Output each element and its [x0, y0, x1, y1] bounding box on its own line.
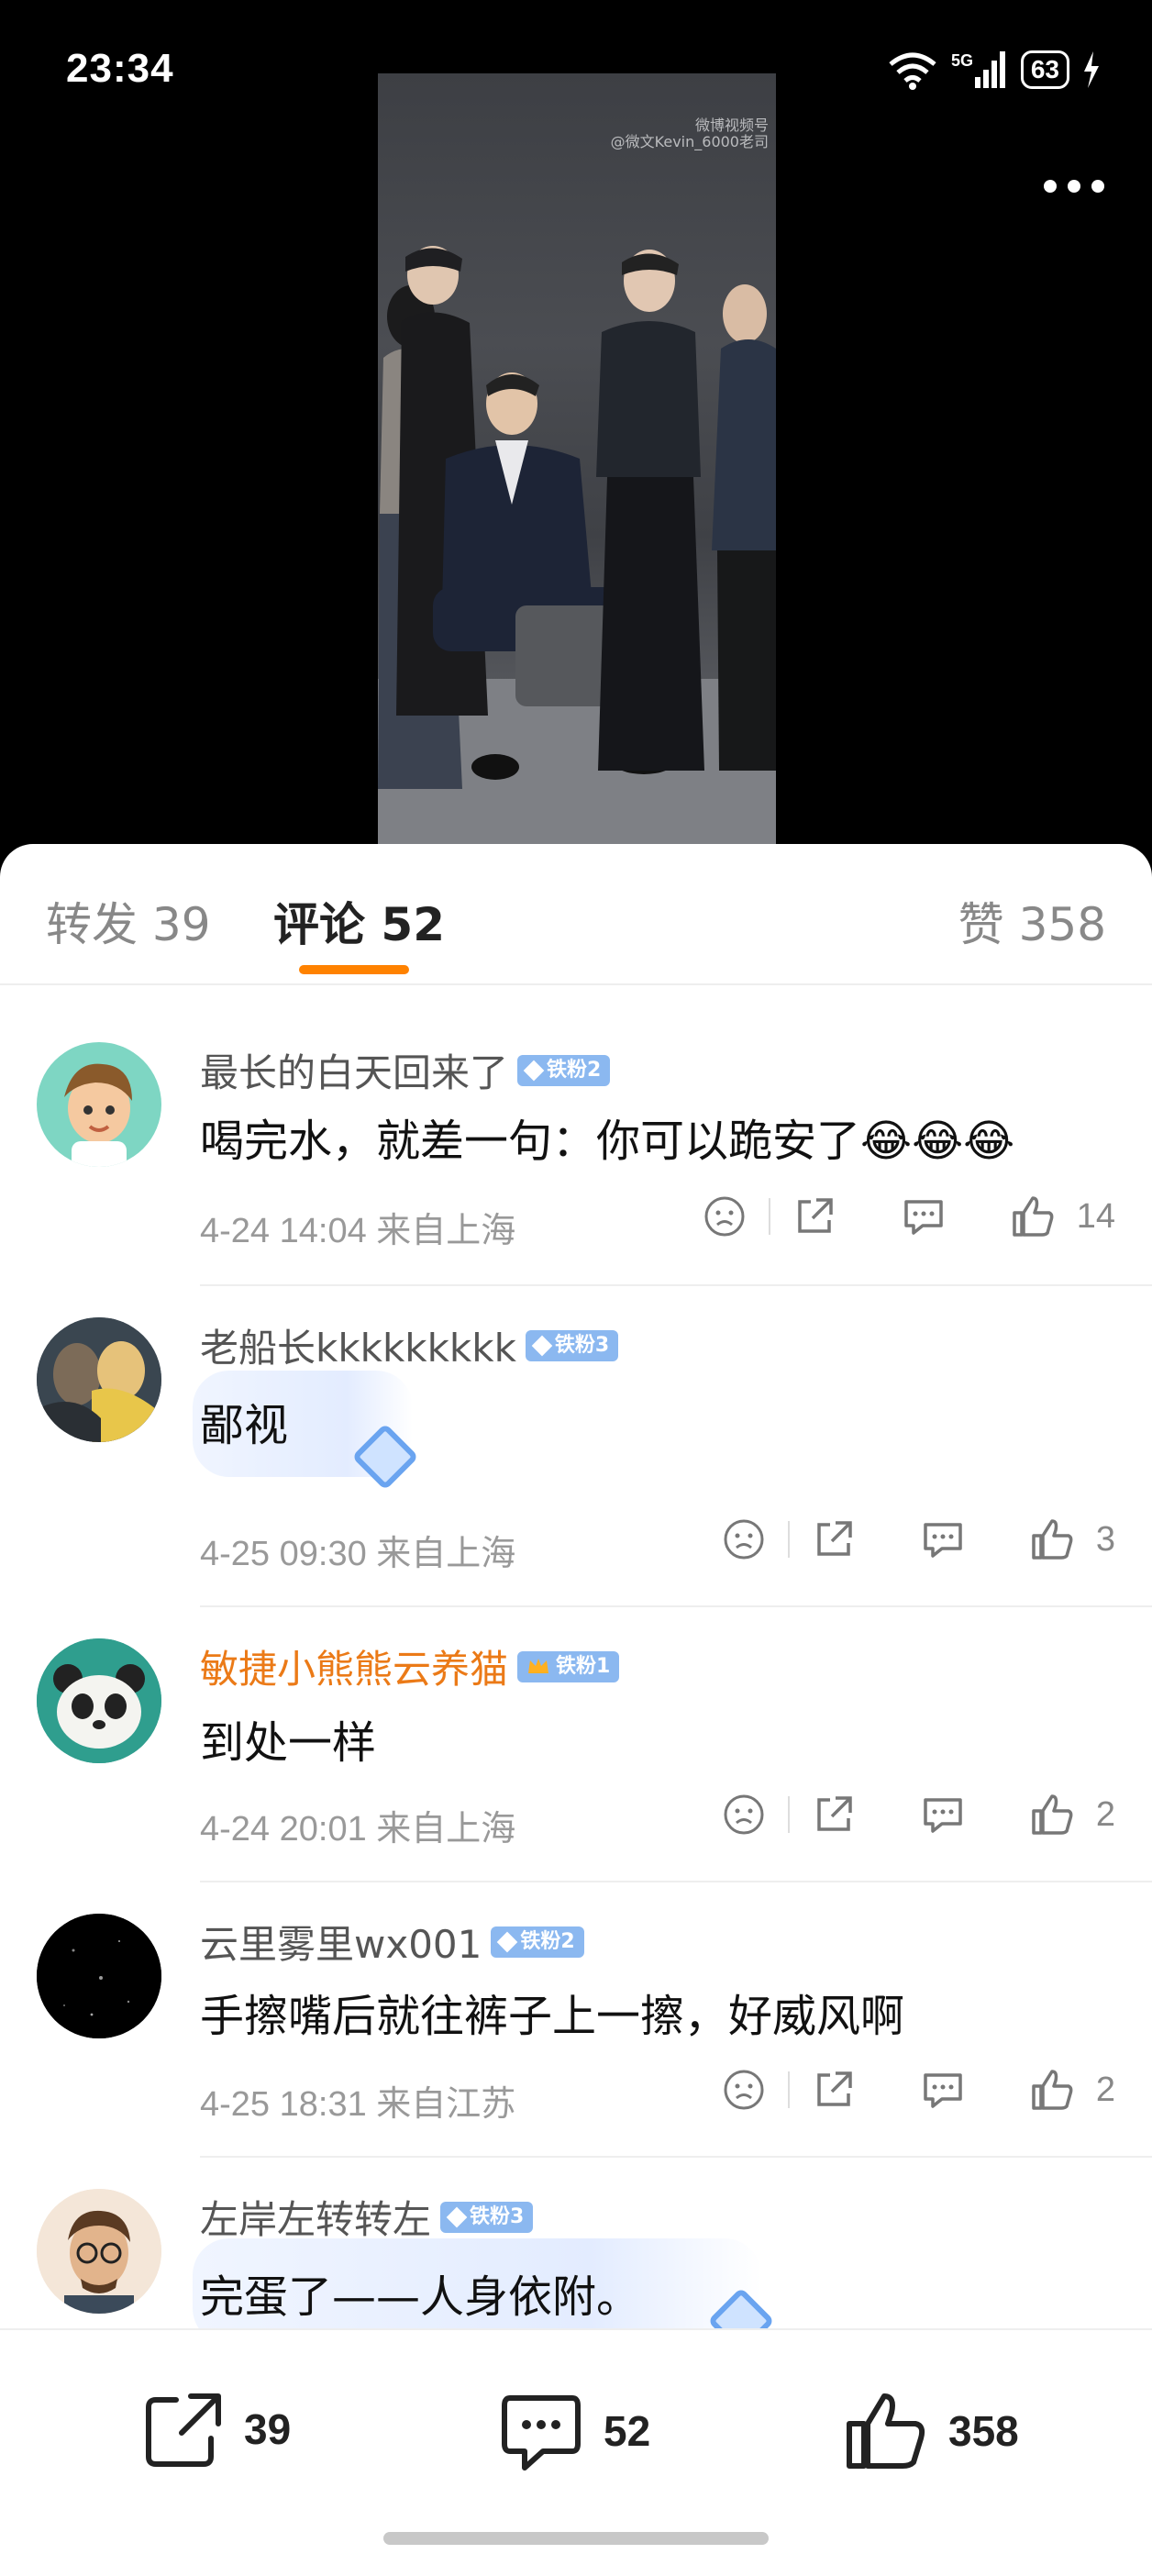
fan-badge: 铁粉3 — [525, 1329, 619, 1361]
svg-text:5G: 5G — [951, 51, 973, 70]
active-tab-indicator — [299, 965, 409, 974]
comment-text: 手擦嘴后就往裤子上一擦，好威风啊 — [200, 1991, 905, 2042]
tab-repost[interactable]: 转发 39 — [46, 888, 211, 954]
battery-indicator: 63 — [1020, 50, 1069, 89]
comment-list[interactable]: 最长的白天回来了 铁粉2 喝完水，就差一句：你可以跪安了😂😂😂 4-24 14:0… — [0, 985, 1152, 2328]
divider — [200, 1881, 1152, 1882]
dislike-icon[interactable] — [722, 1517, 766, 1561]
wifi-icon — [889, 52, 936, 90]
signal-icon: 5G — [951, 51, 1005, 88]
tab-comments[interactable]: 评论 52 — [273, 888, 445, 954]
fan-badge: 铁粉2 — [517, 1054, 611, 1086]
comment-actions: 2 — [722, 1793, 1115, 1837]
share-icon[interactable] — [792, 1194, 836, 1238]
comment-text: 喝完水，就差一句：你可以跪安了😂😂😂 — [200, 1116, 1015, 1167]
like-count: 3 — [1095, 1519, 1115, 1559]
avatar[interactable] — [37, 1914, 161, 2038]
status-time: 23:34 — [66, 46, 174, 91]
charging-icon — [1084, 51, 1099, 88]
comment-text: 到处一样 — [200, 1717, 377, 1769]
tab-likes[interactable]: 赞 358 — [958, 888, 1106, 954]
share-icon[interactable] — [812, 2068, 856, 2112]
crown-icon — [528, 1658, 549, 1673]
comment-text: 完蛋了——人身依附。 — [200, 2271, 641, 2323]
like-count-total: 358 — [948, 2407, 1019, 2455]
tab-bar: 转发 39 评论 52 赞 358 — [0, 844, 1152, 985]
thumbs-up-icon — [847, 2393, 925, 2469]
like-button[interactable]: 358 — [844, 2391, 1019, 2471]
fan-badge: 铁粉1 — [517, 1650, 620, 1682]
avatar[interactable] — [37, 2189, 161, 2314]
like-count: 2 — [1095, 1794, 1115, 1834]
username[interactable]: 云里雾里wx001 铁粉2 — [200, 1914, 584, 1970]
reply-icon[interactable] — [920, 1793, 966, 1837]
dislike-icon[interactable] — [703, 1194, 747, 1238]
repost-count: 39 — [244, 2405, 292, 2453]
username[interactable]: 最长的白天回来了 铁粉2 — [200, 1042, 611, 1098]
avatar[interactable] — [37, 1317, 161, 1442]
divider — [200, 1605, 1152, 1607]
fan-badge: 铁粉3 — [440, 2201, 534, 2233]
reply-icon[interactable] — [920, 1517, 966, 1561]
comment-button[interactable]: 52 — [499, 2391, 650, 2471]
video-player[interactable]: 微博视频号 @微文Kevin_6000老司 — [378, 73, 776, 844]
video-frame — [378, 246, 776, 844]
fan-badge: 铁粉2 — [491, 1926, 584, 1958]
system-icons: 5G 63 — [887, 50, 1101, 90]
repost-button[interactable]: 39 — [143, 2391, 291, 2468]
username[interactable]: 敏捷小熊熊云养猫 铁粉1 — [200, 1638, 620, 1694]
avatar[interactable] — [37, 1042, 161, 1167]
more-options-icon[interactable] — [1044, 180, 1104, 193]
comment-icon — [502, 2395, 581, 2471]
comment-text: 鄙视 — [200, 1400, 289, 1451]
dislike-icon[interactable] — [722, 1793, 766, 1837]
comment-meta: 4-25 09:30 来自上海 — [200, 1535, 516, 1573]
username[interactable]: 老船长kkkkkkkkk 铁粉3 — [200, 1317, 619, 1373]
reply-icon[interactable] — [901, 1194, 947, 1238]
dislike-icon[interactable] — [722, 2068, 766, 2112]
comment-meta: 4-24 14:04 来自上海 — [200, 1212, 516, 1250]
home-indicator[interactable] — [383, 2532, 769, 2545]
like-icon[interactable] — [1011, 1194, 1057, 1238]
comment-actions: 3 — [722, 1517, 1115, 1561]
share-icon[interactable] — [812, 1517, 856, 1561]
video-watermark: 微博视频号 @微文Kevin_6000老司 — [610, 117, 769, 150]
comment-sheet: 转发 39 评论 52 赞 358 最长的白天回来了 铁粉2 喝完水，就差一句：你… — [0, 844, 1152, 2576]
avatar[interactable] — [37, 1638, 161, 1763]
repost-icon — [146, 2393, 221, 2467]
comment-meta: 4-24 20:01 来自上海 — [200, 1810, 516, 1849]
share-icon[interactable] — [812, 1793, 856, 1837]
like-icon[interactable] — [1030, 1793, 1076, 1837]
like-count: 2 — [1095, 2070, 1115, 2109]
comment-count: 52 — [604, 2407, 651, 2455]
divider — [200, 1284, 1152, 1286]
like-count: 14 — [1076, 1196, 1115, 1236]
reply-icon[interactable] — [920, 2068, 966, 2112]
comment-actions: 14 — [703, 1194, 1115, 1238]
username[interactable]: 左岸左转转左 铁粉3 — [200, 2189, 534, 2245]
comment-meta: 4-25 18:31 来自江苏 — [200, 2085, 516, 2124]
divider — [200, 2156, 1152, 2158]
comment-actions: 2 — [722, 2068, 1115, 2112]
like-icon[interactable] — [1030, 2068, 1076, 2112]
like-icon[interactable] — [1030, 1517, 1076, 1561]
